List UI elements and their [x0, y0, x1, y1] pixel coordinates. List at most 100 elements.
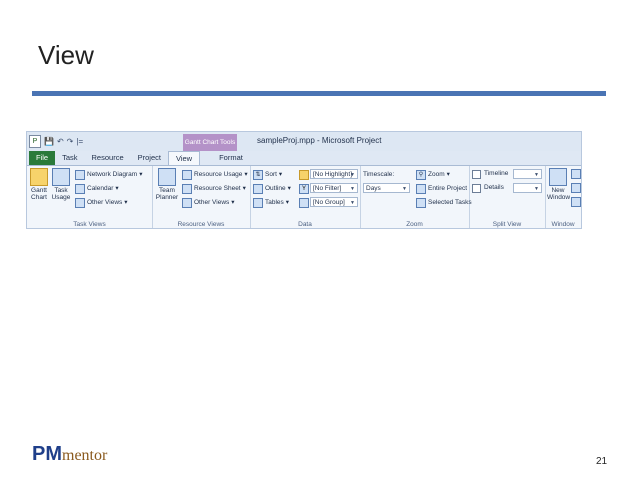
new-window-button[interactable]: New Window: [547, 168, 571, 201]
tables-button[interactable]: Tables ▾: [253, 197, 289, 208]
chevron-down-icon: ▼: [350, 186, 355, 192]
new-window-icon: [549, 168, 567, 186]
group-task-views: Gantt Chart Task Usage Network Diagram ▾…: [27, 166, 153, 228]
selected-tasks-button[interactable]: Selected Tasks: [416, 197, 472, 208]
logo-mentor: mentor: [62, 447, 108, 464]
logo-pm: PM: [32, 443, 62, 465]
resource-sheet-label: Resource Sheet: [194, 185, 241, 192]
group-label-data: Data: [298, 221, 312, 228]
other-views-label: Other Views: [87, 199, 123, 206]
tab-view[interactable]: View: [167, 151, 201, 165]
title-divider: [32, 91, 606, 96]
title-bar: P 💾 ↶ ↷ |= Gantt Chart Tools sampleProj.…: [27, 132, 581, 151]
selected-tasks-icon: [416, 197, 426, 208]
entire-project-button[interactable]: Entire Project: [416, 183, 467, 194]
task-usage-button[interactable]: Task Usage: [51, 168, 71, 201]
group-data: ⇅ Sort ▾ Outline ▾ Tables ▾ [No Highligh…: [250, 166, 361, 228]
team-planner-icon: [158, 168, 176, 186]
selected-tasks-label: Selected Tasks: [428, 199, 472, 206]
timeline-checkbox-box: [472, 169, 481, 179]
highlight-select[interactable]: [No Highlight] ▼: [310, 169, 358, 179]
project-app-icon[interactable]: P: [29, 135, 41, 148]
chevron-down-icon: ▼: [534, 186, 539, 192]
details-checkbox-box: [472, 183, 481, 193]
tab-project[interactable]: Project: [131, 151, 168, 165]
timescale-label: Timescale:: [363, 171, 395, 178]
network-diagram-label: Network Diagram: [87, 171, 138, 178]
chevron-down-icon: ▾: [124, 199, 128, 206]
customize-qat-icon[interactable]: |=: [76, 136, 83, 147]
details-label: Details: [484, 184, 504, 191]
details-checkbox[interactable]: Details: [472, 183, 504, 193]
calendar-button[interactable]: Calendar ▾: [75, 183, 119, 194]
chevron-down-icon: ▾: [287, 185, 291, 192]
outline-button[interactable]: Outline ▾: [253, 183, 291, 194]
quick-access-toolbar: P 💾 ↶ ↷ |=: [29, 135, 83, 148]
group-label-resource-views: Resource Views: [177, 221, 225, 228]
switch-windows-icon[interactable]: [571, 169, 581, 179]
zoom-icon: ⚲: [416, 169, 426, 180]
group-window: New Window Window: [545, 166, 581, 228]
filter-icon: Y: [299, 184, 309, 194]
resource-usage-icon: [182, 169, 192, 180]
zoom-button[interactable]: ⚲ Zoom ▾: [416, 169, 450, 180]
chevron-down-icon: ▾: [285, 199, 290, 206]
tab-file[interactable]: File: [29, 151, 56, 165]
task-usage-icon: [52, 168, 70, 186]
highlight-icon: [299, 170, 309, 180]
other-views-icon: [182, 197, 192, 208]
chevron-down-icon: ▾: [244, 171, 248, 178]
group-split-view: Timeline ▼ Details ▼ Split View: [469, 166, 546, 228]
entire-project-label: Entire Project: [428, 185, 468, 192]
sort-button[interactable]: ⇅ Sort ▾: [253, 169, 282, 180]
other-views-icon: [75, 197, 85, 208]
tab-task[interactable]: Task: [55, 151, 84, 165]
group-zoom: Timescale: Days ▼ ⚲ Zoom ▾ Entire Projec…: [360, 166, 472, 228]
group-label-window: Window: [551, 221, 575, 228]
redo-icon[interactable]: ↷: [67, 136, 74, 147]
page-number: 21: [596, 456, 608, 467]
other-views-button[interactable]: Other Views ▾: [75, 197, 128, 208]
save-icon[interactable]: 💾: [44, 136, 54, 147]
ribbon-tabs: File Task Resource Project View Format: [27, 151, 581, 165]
group-label-split-view: Split View: [492, 221, 522, 228]
group-label-zoom: Zoom: [406, 221, 423, 228]
timeline-select[interactable]: ▼: [513, 169, 542, 179]
pmmentor-logo: PMmentor: [32, 443, 107, 466]
resource-usage-label: Resource Usage: [194, 171, 243, 178]
outline-icon: [253, 183, 263, 194]
undo-icon[interactable]: ↶: [57, 136, 64, 147]
contextual-tab-gantt-chart-tools: Gantt Chart Tools: [183, 134, 237, 151]
group-by-icon: [299, 198, 309, 208]
group-select[interactable]: [No Group] ▼: [310, 197, 358, 207]
resource-sheet-button[interactable]: Resource Sheet ▾: [182, 183, 246, 194]
ribbon-screenshot: P 💾 ↶ ↷ |= Gantt Chart Tools sampleProj.…: [26, 131, 582, 229]
tab-format[interactable]: Format: [212, 151, 250, 165]
gantt-chart-button[interactable]: Gantt Chart: [29, 168, 49, 201]
network-diagram-button[interactable]: Network Diagram ▾: [75, 169, 142, 180]
calendar-label: Calendar: [87, 185, 114, 192]
chevron-down-icon: ▼: [350, 172, 355, 178]
resource-other-views-button[interactable]: Other Views ▾: [182, 197, 235, 208]
filter-select[interactable]: [No Filter] ▼: [310, 183, 358, 193]
timescale-value: Days: [366, 185, 381, 192]
outline-label: Outline: [265, 185, 286, 192]
new-window-label: New Window: [547, 187, 571, 201]
sort-icon: ⇅: [253, 169, 263, 180]
hide-window-icon[interactable]: [571, 197, 581, 207]
details-select[interactable]: ▼: [513, 183, 542, 193]
team-planner-button[interactable]: Team Planner: [154, 168, 180, 201]
entire-project-icon: [416, 183, 426, 194]
gantt-chart-icon: [30, 168, 48, 186]
group-value: [No Group]: [313, 199, 345, 206]
arrange-all-icon[interactable]: [571, 183, 581, 193]
resource-sheet-icon: [182, 183, 192, 194]
resource-usage-button[interactable]: Resource Usage ▾: [182, 169, 248, 180]
timescale-select[interactable]: Days ▼: [363, 183, 410, 193]
ribbon-body: Gantt Chart Task Usage Network Diagram ▾…: [27, 165, 581, 228]
tab-resource[interactable]: Resource: [85, 151, 131, 165]
slide-title: View: [38, 40, 94, 70]
task-usage-label: Task Usage: [51, 187, 71, 201]
timeline-checkbox[interactable]: Timeline: [472, 169, 508, 179]
timeline-label: Timeline: [484, 170, 509, 177]
